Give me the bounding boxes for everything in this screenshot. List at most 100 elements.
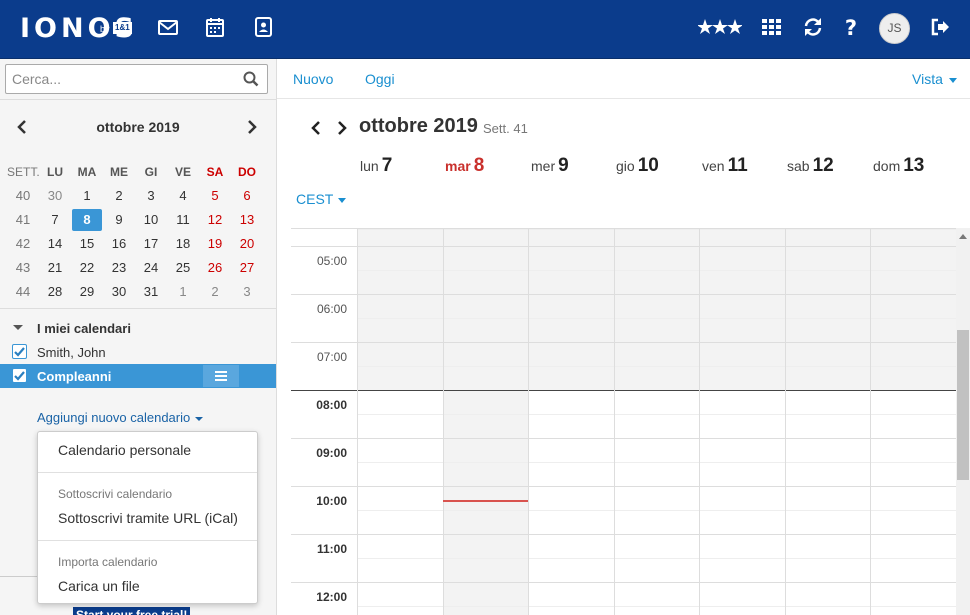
refresh-icon[interactable] xyxy=(802,16,824,38)
day-cell[interactable]: 11 xyxy=(167,208,199,232)
day-header-today[interactable]: mar 8 xyxy=(445,155,530,177)
contacts-icon[interactable] xyxy=(252,16,274,38)
day-cell[interactable]: 2 xyxy=(199,280,231,304)
menu-item-personal-calendar[interactable]: Calendario personale xyxy=(58,442,191,458)
vertical-scrollbar[interactable] xyxy=(956,228,970,615)
calendar-checkbox[interactable] xyxy=(12,344,27,359)
time-label: 06:00 xyxy=(316,302,347,316)
day-cell[interactable]: 14 xyxy=(39,232,71,256)
day-cell[interactable]: 17 xyxy=(135,232,167,256)
view-dropdown[interactable]: Vista xyxy=(912,71,957,87)
day-cell[interactable]: 1 xyxy=(71,184,103,208)
grid-line xyxy=(357,462,956,463)
collapse-caret-icon[interactable] xyxy=(13,325,23,330)
today-button[interactable]: Oggi xyxy=(365,71,395,87)
search-input[interactable] xyxy=(12,70,232,88)
time-label: 10:00 xyxy=(316,494,347,508)
calendar-checkbox[interactable] xyxy=(12,368,27,383)
calendar-item-smith-john[interactable]: Smith, John xyxy=(0,340,276,364)
prev-week-icon[interactable] xyxy=(310,119,322,137)
promo-banner[interactable]: Start your free trial! xyxy=(73,607,191,615)
next-week-icon[interactable] xyxy=(336,119,348,137)
day-cell[interactable]: 3 xyxy=(231,280,263,304)
day-cell[interactable]: 24 xyxy=(135,256,167,280)
day-name: sab xyxy=(787,158,810,174)
day-cell[interactable]: 26 xyxy=(199,256,231,280)
stars-icon[interactable] xyxy=(698,16,742,38)
day-cell-today[interactable]: 8 xyxy=(71,208,103,232)
grid-line xyxy=(357,270,956,271)
mini-calendar-week-row: 43 21 22 23 24 25 26 27 xyxy=(7,256,263,280)
weekday-header: VE xyxy=(174,165,191,179)
day-cell[interactable]: 7 xyxy=(39,208,71,232)
day-cell[interactable]: 10 xyxy=(135,208,167,232)
day-cell[interactable]: 2 xyxy=(103,184,135,208)
day-cell[interactable]: 21 xyxy=(39,256,71,280)
sidebar: ottobre 2019 SETT. LU MA ME GI VE SA DO … xyxy=(0,59,277,615)
week-number: 41 xyxy=(15,212,31,227)
logout-icon[interactable] xyxy=(929,16,951,38)
day-cell[interactable]: 12 xyxy=(199,208,231,232)
day-cell[interactable]: 13 xyxy=(231,208,263,232)
chevron-down-icon xyxy=(338,197,347,203)
my-calendars-title[interactable]: I miei calendari xyxy=(37,321,131,336)
day-cell[interactable]: 9 xyxy=(103,208,135,232)
menu-heading-import: Importa calendario xyxy=(58,555,158,569)
day-cell[interactable]: 30 xyxy=(39,184,71,208)
avatar[interactable]: JS xyxy=(879,13,910,44)
time-label: 07:00 xyxy=(316,350,347,364)
help-icon[interactable]: ? xyxy=(840,16,862,38)
day-cell[interactable]: 1 xyxy=(167,280,199,304)
day-cell[interactable]: 28 xyxy=(39,280,71,304)
top-bar: IONOS by 1&1 ? JS xyxy=(0,0,970,59)
day-cell[interactable]: 18 xyxy=(167,232,199,256)
day-cell[interactable]: 15 xyxy=(71,232,103,256)
calendar-icon[interactable] xyxy=(204,16,226,38)
day-cell[interactable]: 19 xyxy=(199,232,231,256)
day-header[interactable]: gio 10 xyxy=(616,155,701,177)
grid-line xyxy=(357,606,956,607)
mail-icon[interactable] xyxy=(157,16,179,38)
day-cell[interactable]: 30 xyxy=(103,280,135,304)
day-header[interactable]: ven 11 xyxy=(702,155,787,177)
week-number-label: Sett. 41 xyxy=(483,121,528,136)
day-cell[interactable]: 16 xyxy=(103,232,135,256)
scroll-up-arrow-icon[interactable] xyxy=(959,234,967,239)
search-box xyxy=(5,64,268,94)
search-icon[interactable] xyxy=(243,71,259,87)
scrollbar-thumb[interactable] xyxy=(957,330,969,480)
timezone-dropdown[interactable]: CEST xyxy=(296,191,347,207)
day-header[interactable]: dom 13 xyxy=(873,155,958,177)
day-cell[interactable]: 25 xyxy=(167,256,199,280)
menu-item-upload-file[interactable]: Carica un file xyxy=(58,578,140,594)
day-header[interactable]: sab 12 xyxy=(787,155,872,177)
calendar-item-compleanni[interactable]: Compleanni xyxy=(0,364,276,388)
day-cell[interactable]: 4 xyxy=(167,184,199,208)
divider xyxy=(0,99,276,100)
day-cell[interactable]: 3 xyxy=(135,184,167,208)
menu-item-subscribe-url[interactable]: Sottoscrivi tramite URL (iCal) xyxy=(58,510,238,526)
day-cell[interactable]: 22 xyxy=(71,256,103,280)
divider xyxy=(0,576,38,577)
day-cell[interactable]: 29 xyxy=(71,280,103,304)
menu-heading-subscribe: Sottoscrivi calendario xyxy=(58,487,173,501)
calendar-menu-button[interactable] xyxy=(203,365,239,387)
apps-grid-icon[interactable] xyxy=(760,16,782,38)
day-cell[interactable]: 5 xyxy=(199,184,231,208)
day-cell[interactable]: 20 xyxy=(231,232,263,256)
chevron-down-icon xyxy=(195,416,204,421)
day-date: 9 xyxy=(558,155,569,176)
grid-line xyxy=(291,486,956,487)
day-cell[interactable]: 27 xyxy=(231,256,263,280)
new-button[interactable]: Nuovo xyxy=(293,71,333,87)
week-number: 43 xyxy=(15,260,31,275)
day-cell[interactable]: 6 xyxy=(231,184,263,208)
week-time-grid[interactable]: 05:00 06:00 07:00 08:00 09:00 10:00 11:0… xyxy=(291,228,956,615)
mini-calendar-next-icon[interactable] xyxy=(245,119,259,135)
day-header[interactable]: mer 9 xyxy=(531,155,616,177)
add-calendar-link[interactable]: Aggiungi nuovo calendario xyxy=(37,410,204,425)
day-cell[interactable]: 23 xyxy=(103,256,135,280)
time-label: 11:00 xyxy=(316,542,347,556)
day-header[interactable]: lun 7 xyxy=(360,155,445,177)
day-cell[interactable]: 31 xyxy=(135,280,167,304)
